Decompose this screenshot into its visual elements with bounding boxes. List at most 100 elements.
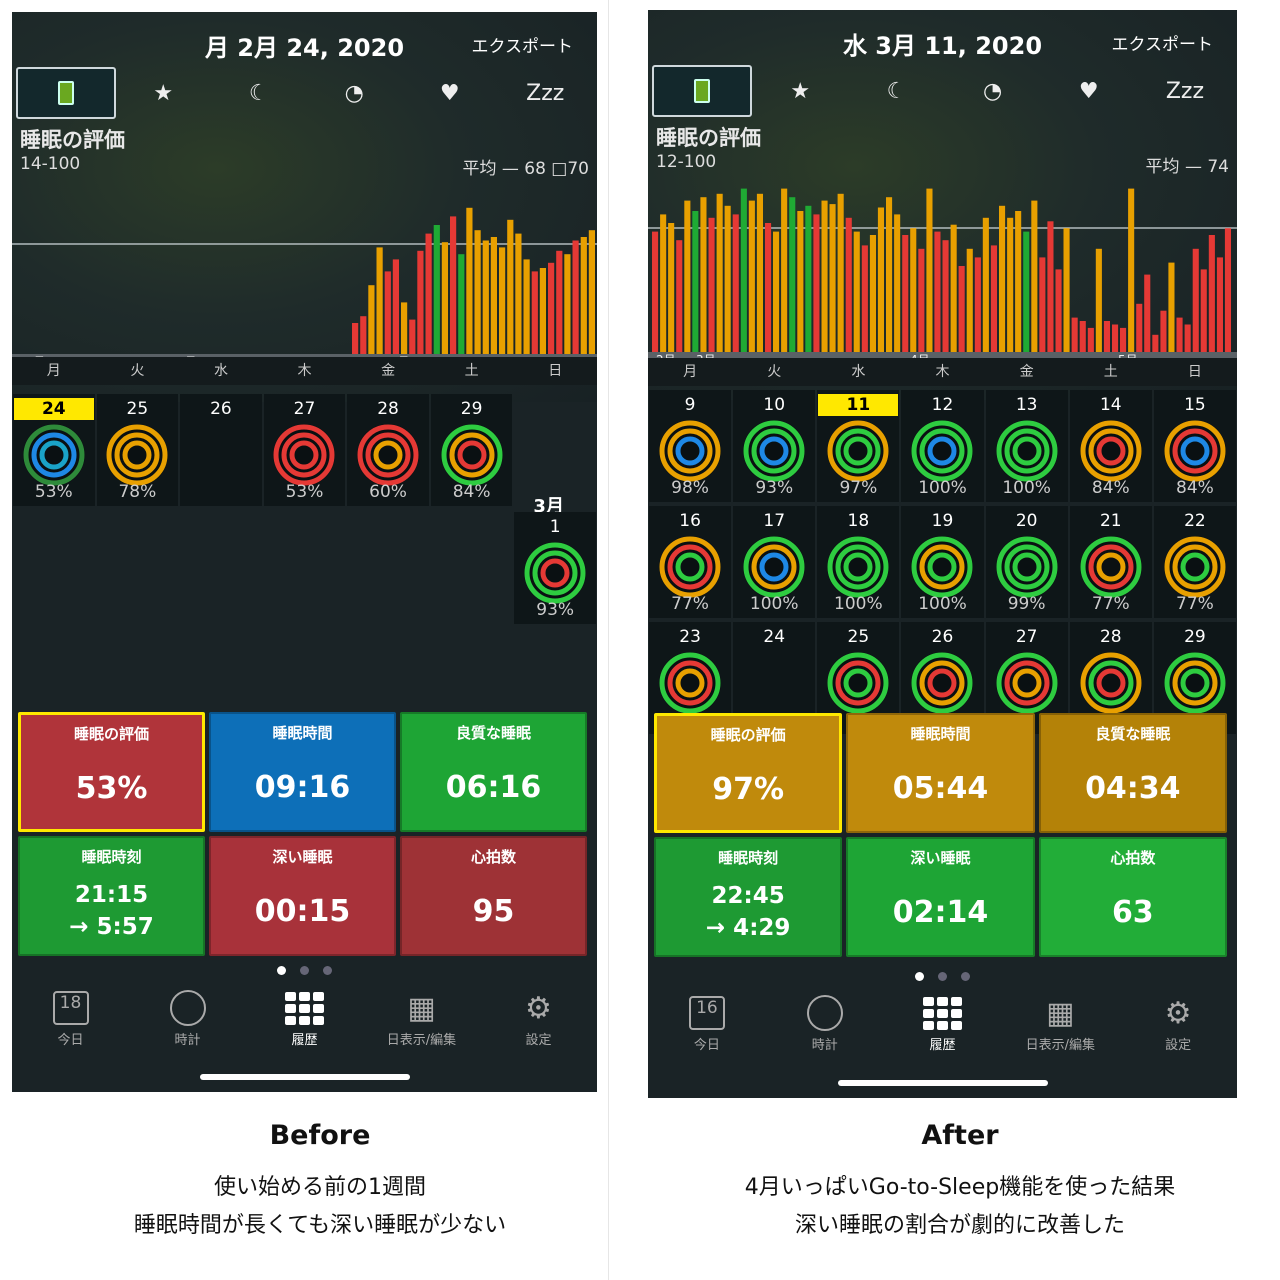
before-caption: Before 使い始める前の1週間 睡眠時間が長くても深い睡眠が少ない bbox=[0, 1120, 640, 1245]
page-dots[interactable] bbox=[12, 960, 597, 979]
zzz-tab[interactable]: Zzz bbox=[498, 67, 594, 119]
calendar-day-cell[interactable]: 17 100% bbox=[733, 506, 816, 618]
score-bar bbox=[652, 231, 659, 352]
moon-tab[interactable]: ☾ bbox=[211, 67, 307, 119]
tab-grid[interactable]: 履歴 bbox=[246, 987, 363, 1048]
clock-tab[interactable]: ◔ bbox=[307, 67, 403, 119]
stat-value: 22:45 bbox=[711, 883, 785, 909]
stat-tile[interactable]: 深い睡眠 02:14 bbox=[846, 837, 1035, 957]
day-score: 84% bbox=[1091, 478, 1130, 498]
day-number: 25 bbox=[847, 627, 870, 647]
export-button[interactable]: エクスポート bbox=[472, 32, 574, 57]
score-bar bbox=[1007, 217, 1014, 352]
clock-icon: ◔ bbox=[983, 78, 1003, 104]
weekday-label: 月 bbox=[683, 364, 698, 380]
score-bar bbox=[580, 237, 587, 354]
caption-line-2: 睡眠時間が長くても深い睡眠が少ない bbox=[133, 1213, 507, 1238]
score-bar bbox=[999, 205, 1006, 352]
calendar-day-cell[interactable]: 14 84% bbox=[1069, 390, 1152, 502]
calendar-day-cell[interactable]: 19 100% bbox=[901, 506, 984, 618]
tab-calendar-edit[interactable]: ▦ 日表示/編集 bbox=[1001, 992, 1119, 1054]
calendar-day-cell[interactable]: 25 78% bbox=[96, 394, 179, 506]
sleep-score-chart[interactable]: 2月3月4月5月 bbox=[648, 170, 1237, 370]
export-button[interactable]: エクスポート bbox=[1112, 30, 1214, 55]
stat-label: 心拍数 bbox=[1110, 849, 1156, 867]
tab-gear[interactable]: ⚙ 設定 bbox=[480, 987, 597, 1049]
tab-gauge[interactable]: 時計 bbox=[129, 987, 246, 1048]
zzz-icon: Zzz bbox=[526, 80, 565, 106]
calendar-day-cell[interactable]: 20 99% bbox=[985, 506, 1068, 618]
calendar-icon: 16 bbox=[648, 992, 766, 1034]
calendar-day-cell[interactable]: 27 53% bbox=[263, 394, 346, 506]
calendar-day-cell[interactable]: 22 77% bbox=[1153, 506, 1236, 618]
tab-gauge[interactable]: 時計 bbox=[766, 992, 884, 1053]
stat-tile[interactable]: 睡眠時間 09:16 bbox=[209, 712, 396, 832]
score-bar bbox=[1176, 317, 1183, 352]
sleep-score-chart[interactable]: 12月1月2月3 bbox=[12, 172, 597, 372]
stat-tile[interactable]: 心拍数 95 bbox=[400, 836, 587, 956]
stat-tile[interactable]: 良質な睡眠 04:34 bbox=[1038, 713, 1227, 833]
score-bar bbox=[531, 271, 538, 354]
calendar-day-cell[interactable]: 24 53% bbox=[13, 394, 95, 506]
tab-grid[interactable]: 履歴 bbox=[884, 992, 1002, 1053]
calendar-day-cell[interactable]: 28 60% bbox=[347, 394, 429, 506]
tab-gear[interactable]: ⚙ 設定 bbox=[1119, 992, 1237, 1054]
after-panel: 水 3月 11, 2020 エクスポート ★ ☾ ◔ ♥ Zzz 睡眠の評価 1… bbox=[640, 0, 1280, 1280]
stat-tile[interactable]: 睡眠の評価 97% bbox=[654, 713, 843, 833]
day-score: 99% bbox=[1007, 594, 1046, 614]
sleep-ring-icon bbox=[995, 652, 1058, 714]
stat-tile[interactable]: 睡眠の評価 53% bbox=[18, 712, 205, 832]
calendar-day-cell[interactable]: 10 93% bbox=[733, 390, 816, 502]
score-bar bbox=[499, 247, 506, 354]
calendar-day-cell[interactable]: 18 100% bbox=[817, 506, 900, 618]
moon-tab[interactable]: ☾ bbox=[848, 65, 944, 117]
day-number: 24 bbox=[763, 627, 786, 647]
stat-tile[interactable]: 良質な睡眠 06:16 bbox=[400, 712, 587, 832]
stat-tile[interactable]: 深い睡眠 00:15 bbox=[209, 836, 396, 956]
gauge-icon bbox=[766, 992, 884, 1034]
calendar-day-cell[interactable]: 9 98% bbox=[649, 390, 732, 502]
calendar-day-cell[interactable]: 1 93% bbox=[514, 512, 596, 624]
battery-tab[interactable] bbox=[16, 67, 116, 119]
sleep-ring-icon bbox=[995, 536, 1058, 598]
score-bar bbox=[482, 240, 489, 354]
zzz-tab[interactable]: Zzz bbox=[1137, 65, 1233, 117]
calendar-grid: 9 98% 10 93% 11 97% 12 100% 13 100% 14 84% 15 84% 16 77… bbox=[648, 388, 1237, 734]
score-bar bbox=[990, 245, 997, 352]
day-number: 23 bbox=[679, 627, 701, 647]
calendar-day-cell[interactable]: 16 77% bbox=[649, 506, 732, 618]
calendar-day-cell[interactable]: 13 100% bbox=[985, 390, 1068, 502]
calendar-day-cell[interactable]: 26 bbox=[180, 394, 262, 506]
score-bar bbox=[1039, 257, 1046, 352]
sleep-ring-icon bbox=[1079, 652, 1142, 714]
tab-calendar[interactable]: 18 今日 bbox=[12, 987, 129, 1048]
page-dots[interactable] bbox=[648, 966, 1237, 985]
battery-tab[interactable] bbox=[652, 65, 753, 117]
caption-line-2: 深い睡眠の割合が劇的に改善した bbox=[794, 1213, 1125, 1238]
score-bar bbox=[450, 216, 457, 354]
tab-calendar[interactable]: 16 今日 bbox=[648, 992, 766, 1053]
score-bar bbox=[360, 316, 367, 354]
clock-icon: ◔ bbox=[344, 80, 364, 106]
heart-tab[interactable]: ♥ bbox=[402, 67, 498, 119]
weekday-label: 日 bbox=[1187, 364, 1202, 380]
calendar-day-cell[interactable]: 15 84% bbox=[1153, 390, 1236, 502]
stat-tile[interactable]: 睡眠時刻 21:15 → 5:57 bbox=[18, 836, 205, 956]
stat-value: 06:16 bbox=[445, 770, 542, 805]
day-score: 77% bbox=[671, 594, 709, 614]
stat-tile[interactable]: 睡眠時刻 22:45 → 4:29 bbox=[654, 837, 843, 957]
clock-tab[interactable]: ◔ bbox=[945, 65, 1041, 117]
star-tab[interactable]: ★ bbox=[116, 67, 212, 119]
calendar-day-cell[interactable]: 12 100% bbox=[901, 390, 984, 502]
heart-tab[interactable]: ♥ bbox=[1041, 65, 1137, 117]
star-tab[interactable]: ★ bbox=[752, 65, 848, 117]
calendar-day-cell[interactable]: 29 84% bbox=[430, 394, 513, 506]
tab-calendar-edit[interactable]: ▦ 日表示/編集 bbox=[363, 987, 480, 1049]
score-bar bbox=[684, 200, 691, 352]
stat-tile[interactable]: 睡眠時間 05:44 bbox=[846, 713, 1035, 833]
moon-icon: ☾ bbox=[886, 78, 907, 104]
calendar-day-cell[interactable]: 21 77% bbox=[1069, 506, 1152, 618]
stat-tile[interactable]: 心拍数 63 bbox=[1038, 837, 1227, 957]
battery-icon bbox=[694, 79, 711, 103]
calendar-day-cell[interactable]: 11 97% bbox=[817, 390, 900, 502]
